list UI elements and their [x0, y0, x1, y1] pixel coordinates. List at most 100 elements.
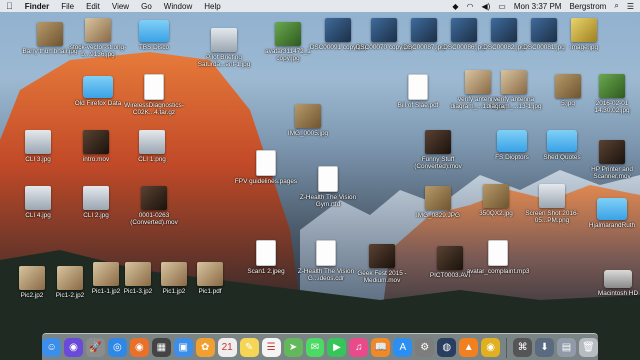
desktop-file-icon[interactable]: Z-Health The Vision G...ideos.cdr — [294, 240, 358, 282]
dock-app-store-icon[interactable]: A — [393, 338, 413, 357]
desktop-file-icon[interactable]: Image.jpg — [552, 18, 616, 51]
wifi-icon[interactable]: ◠ — [466, 2, 473, 11]
file-thumbnail-icon — [144, 74, 164, 100]
folder-icon — [547, 130, 577, 152]
desktop-file-label: IMG_0829.JPG — [415, 212, 461, 219]
desktop-file-icon[interactable]: Funny Stuff (Converted).mov — [406, 130, 470, 170]
desktop-file-label: avatar_complaint.mp3 — [466, 268, 530, 275]
dock-steam-icon[interactable]: ◍ — [437, 338, 457, 357]
dock-trash-icon[interactable]: 🗑 — [578, 338, 598, 357]
desktop-file-icon[interactable]: WirelessDiagnostics-C02K...4.tar.gz — [122, 74, 186, 116]
desktop-file-label: 350QX2.jpg — [479, 210, 513, 217]
desktop-file-label: 5.jpg — [561, 100, 575, 107]
desktop-file-label: intro.mov — [82, 156, 110, 163]
dock-system-preferences-icon[interactable]: ⚙ — [415, 338, 435, 357]
dock-chrome-icon[interactable]: ◉ — [481, 338, 501, 357]
file-thumbnail-icon — [25, 186, 51, 210]
desktop-file-icon[interactable]: FPV guidelines.pages — [234, 150, 298, 185]
desktop-file-icon[interactable]: CLI 2.jpg — [64, 186, 128, 219]
desktop-file-label: Pic1.pdf — [198, 288, 222, 295]
dock-calendar-grid-icon[interactable]: ▦ — [151, 338, 171, 357]
dock-maps-icon[interactable]: ➤ — [283, 338, 303, 357]
dock-calendar-icon[interactable]: 21 — [217, 338, 237, 357]
desktop-file-icon[interactable]: 350QX2.jpg — [464, 184, 528, 217]
desktop-file-label: Scan1 2.jpeg — [247, 268, 285, 275]
desktop-file-icon[interactable]: IMG_0829.JPG — [406, 186, 470, 219]
desktop-file-icon[interactable]: Screen Shot 2016-05...PM.png — [520, 184, 584, 224]
battery-icon[interactable]: ▭ — [498, 2, 506, 11]
desktop-file-icon[interactable]: 2016-02-01 14.30.02.jpg — [580, 74, 640, 114]
dropbox-icon[interactable]: ◆ — [452, 2, 458, 11]
dock-utility-icon[interactable]: ⌘ — [513, 338, 533, 357]
dock-notes-icon[interactable]: ✎ — [239, 338, 259, 357]
desktop-file-label: FPV guidelines.pages — [234, 178, 298, 185]
desktop-file-icon[interactable]: HjalmarandRuth — [580, 198, 640, 229]
menu-go[interactable]: Go — [141, 2, 152, 11]
file-thumbnail-icon — [369, 244, 395, 268]
apple-menu-icon[interactable]:  — [6, 1, 13, 11]
dock-launchpad-icon[interactable]: 🚀 — [85, 338, 105, 357]
desktop-file-icon[interactable]: Geek Fest 2015 - Medium.mov — [350, 244, 414, 284]
dock-ibooks-icon[interactable]: 📖 — [371, 338, 391, 357]
desktop-file-icon[interactable]: Z-Health The Vision Gym.rtfd — [296, 166, 360, 208]
desktop-file-icon[interactable]: CLI 3.jpg — [6, 130, 70, 163]
desktop-file-icon[interactable]: Pilot Briefing Saturda...ent-1.jpg — [192, 28, 256, 68]
desktop[interactable]:  Finder File Edit View Go Window Help ◆… — [0, 0, 640, 360]
dock-downloads-icon[interactable]: ⬇ — [535, 338, 554, 357]
desktop-file-label: HjalmarandRuth — [588, 222, 636, 229]
dock-finder-2-icon[interactable]: ▣ — [173, 338, 193, 357]
desktop-file-label: TBS Disco — [138, 44, 170, 51]
desktop-file-label: Bill of Slae.pdf — [397, 102, 439, 109]
dock-messages-icon[interactable]: ✉ — [305, 338, 325, 357]
menu-help[interactable]: Help — [204, 2, 220, 11]
desktop-file-label: CLI 4.jpg — [25, 212, 51, 219]
dock-vlc-icon[interactable]: ▲ — [459, 338, 479, 357]
menu-finder[interactable]: Finder — [25, 2, 49, 11]
dock-facetime-icon[interactable]: ▶ — [327, 338, 347, 357]
dock-itunes-icon[interactable]: ♫ — [349, 338, 369, 357]
dock-firefox-icon[interactable]: ◉ — [129, 338, 149, 357]
menu-file[interactable]: File — [61, 2, 74, 11]
user-name[interactable]: Bergstrom — [569, 2, 606, 11]
spotlight-icon[interactable]: ⌕ — [614, 1, 618, 11]
desktop-file-icon[interactable]: HP Printer and Scanner.mov — [580, 140, 640, 180]
hard-drive-icon — [604, 270, 632, 288]
volume-icon[interactable]: ◀) — [481, 2, 490, 11]
desktop-file-icon[interactable]: Pic1.pdf — [178, 262, 242, 295]
desktop-file-icon[interactable]: Old Firefox Data — [66, 76, 130, 107]
menu-window[interactable]: Window — [164, 2, 192, 11]
desktop-file-icon[interactable]: 0001-0263 (Converted).mov — [122, 186, 186, 226]
desktop-file-label: WirelessDiagnostics-C02K...4.tar.gz — [124, 102, 184, 116]
dock-documents-icon[interactable]: ▤ — [557, 338, 576, 357]
file-thumbnail-icon — [408, 74, 428, 100]
desktop-file-icon[interactable]: CLI 1.png — [120, 130, 184, 163]
notification-center-icon[interactable]: ☰ — [627, 2, 634, 11]
desktop-file-icon[interactable]: stock-vector-strong-b...9136.jpg — [66, 18, 130, 58]
clock[interactable]: Mon 3:37 PM — [514, 2, 562, 11]
desktop-file-icon[interactable]: avatar_complaint.mp3 — [466, 240, 530, 275]
dock-reminders-icon[interactable]: ☰ — [261, 338, 281, 357]
desktop-file-icon[interactable]: IMG_0005.jpg — [276, 104, 340, 137]
dock-siri-icon[interactable]: ◉ — [64, 338, 83, 357]
menu-view[interactable]: View — [112, 2, 129, 11]
desktop-file-icon[interactable]: Scan1 2.jpeg — [234, 240, 298, 275]
file-thumbnail-icon — [539, 184, 565, 208]
file-thumbnail-icon — [316, 240, 336, 266]
desktop-file-icon[interactable]: intro.mov — [64, 130, 128, 163]
dock-finder-icon[interactable]: ☺ — [42, 338, 62, 357]
desktop-file-label: Screen Shot 2016-05...PM.png — [525, 210, 579, 224]
file-thumbnail-icon — [83, 130, 109, 154]
desktop-file-label: Funny Stuff (Converted).mov — [414, 156, 462, 170]
desktop-file-label: IMG_0005.jpg — [287, 130, 329, 137]
dock-safari-icon[interactable]: ◎ — [107, 338, 127, 357]
file-thumbnail-icon — [599, 74, 625, 98]
folder-icon — [597, 198, 627, 220]
desktop-file-icon[interactable]: Macintosh HD — [586, 270, 640, 297]
desktop-file-icon[interactable]: TBS Disco — [122, 20, 186, 51]
menu-edit[interactable]: Edit — [86, 2, 100, 11]
desktop-file-icon[interactable]: CLI 4.jpg — [6, 186, 70, 219]
desktop-file-icon[interactable]: Bill of Slae.pdf — [386, 74, 450, 109]
file-thumbnail-icon — [25, 130, 51, 154]
file-thumbnail-icon — [501, 70, 527, 94]
dock-photos-icon[interactable]: ✿ — [195, 338, 215, 357]
